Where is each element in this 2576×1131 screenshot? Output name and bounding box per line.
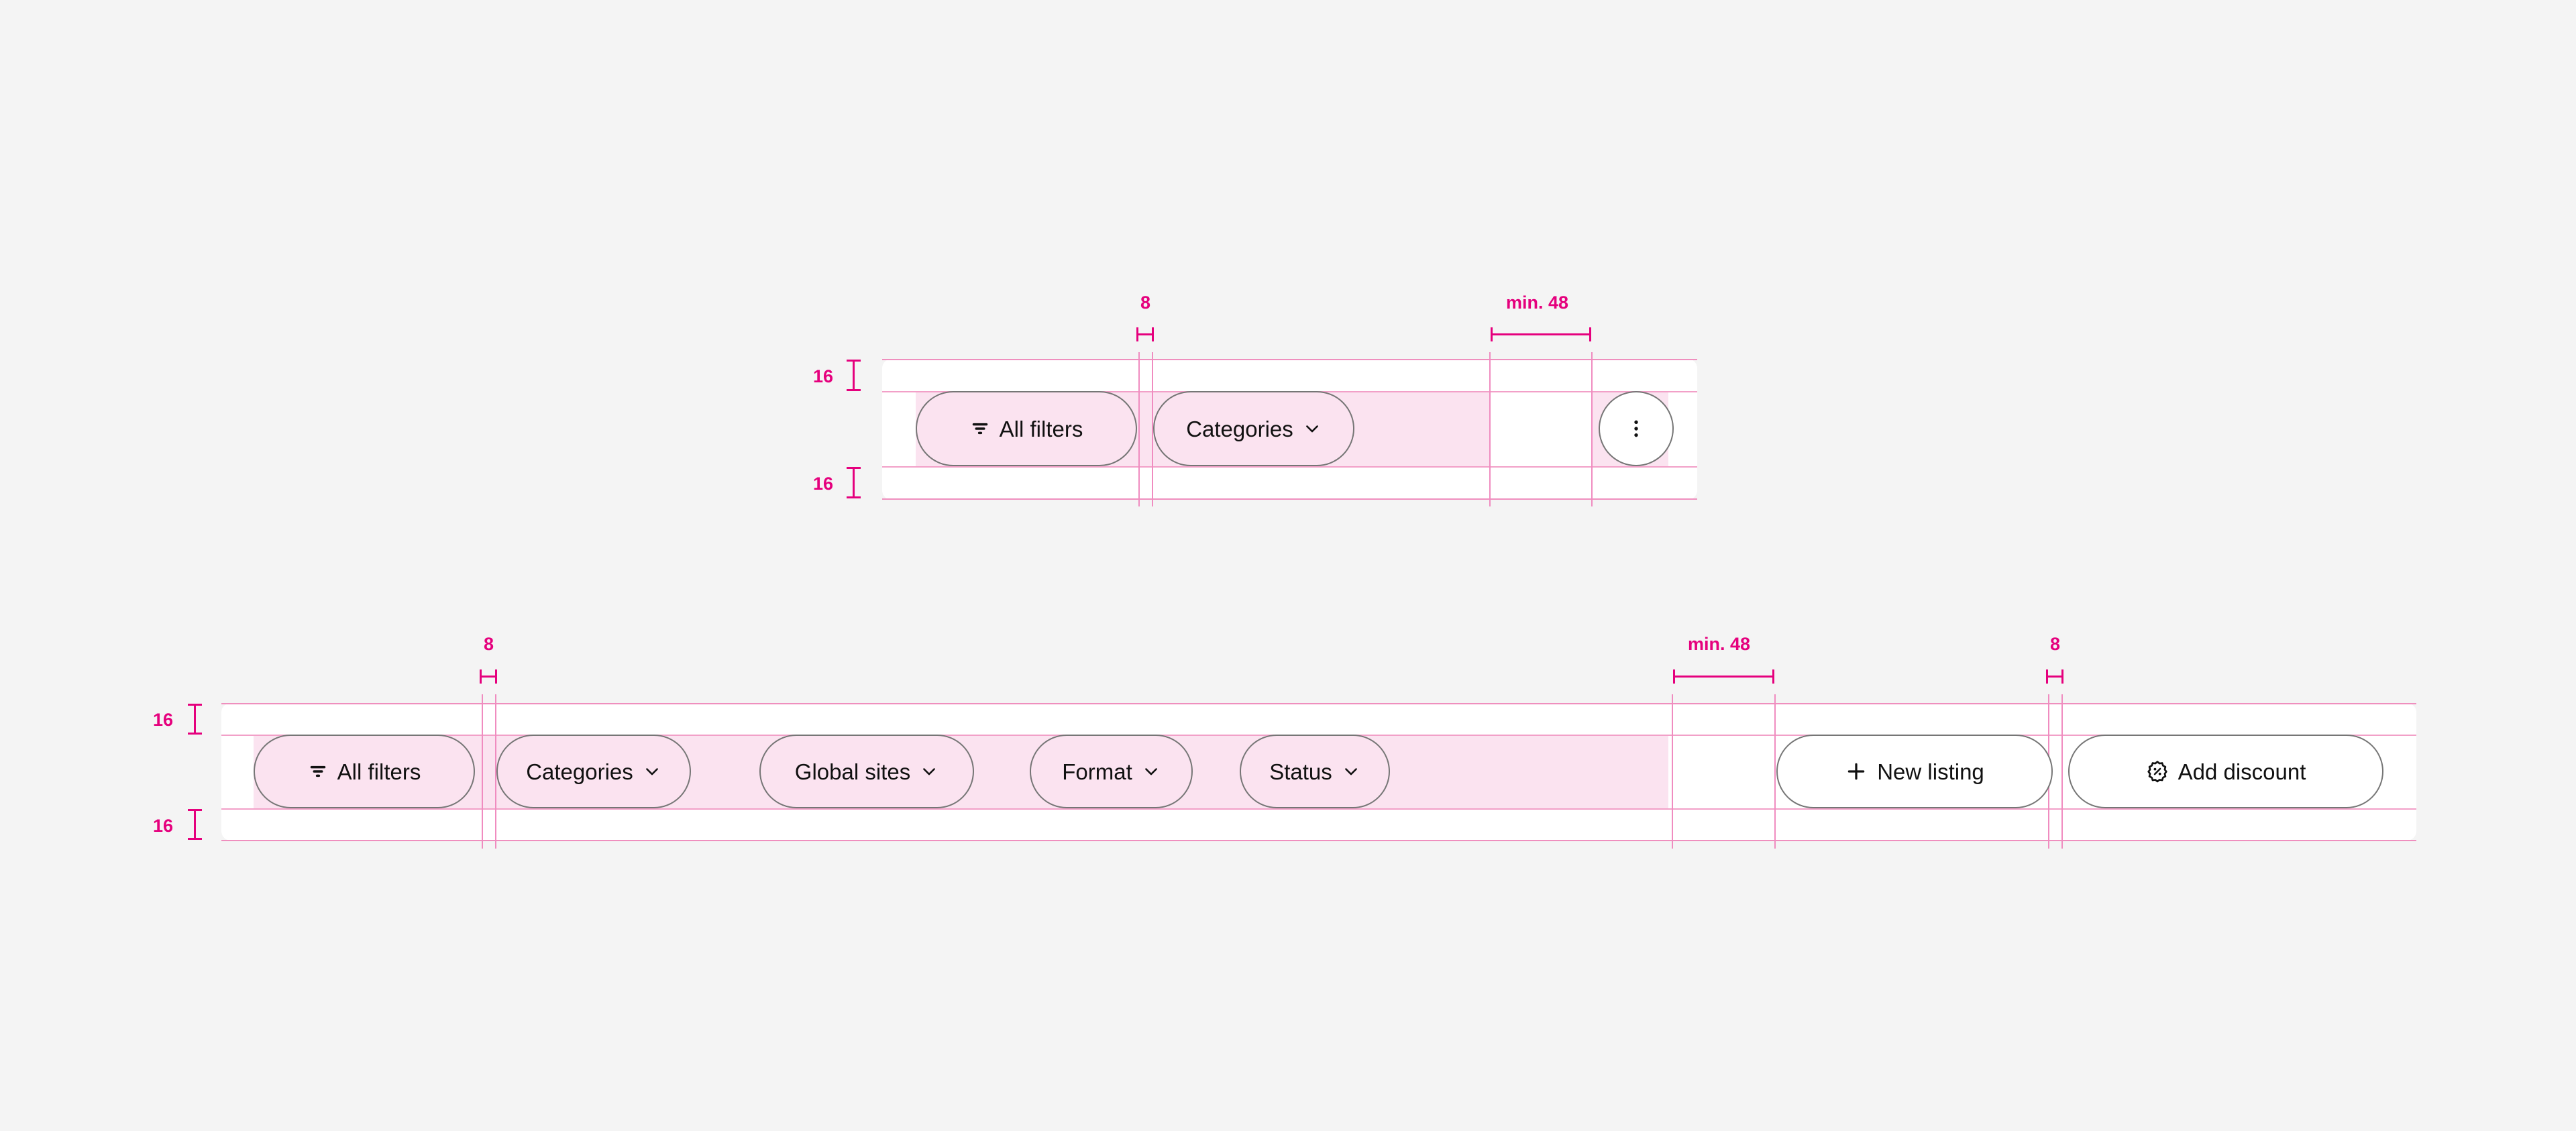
measure-padding-top-compact — [847, 360, 861, 391]
min-gap-spacer-compact — [1489, 391, 1591, 466]
discount-badge-icon — [2146, 760, 2169, 783]
filter-pill-label: Categories — [1186, 416, 1293, 441]
filter-pill-global-sites-full[interactable]: Global sites — [759, 735, 974, 808]
new-listing-label: New listing — [1877, 759, 1984, 784]
redline-mingap-right-compact — [1591, 352, 1593, 506]
add-discount-label: Add discount — [2178, 759, 2306, 784]
redline-mingap-left-full — [1672, 694, 1673, 849]
chevron-down-icon — [920, 762, 938, 781]
anno-gap-8-full: 8 — [484, 634, 494, 654]
chevron-down-icon — [1342, 762, 1360, 781]
filter-pill-all-filters-full[interactable]: All filters — [254, 735, 475, 808]
chevron-down-icon — [1303, 419, 1322, 438]
anno-padding-top-compact: 16 — [813, 366, 834, 386]
redline-gap-left-compact — [1138, 352, 1140, 506]
redline-gap-left-full — [482, 694, 483, 849]
filter-pill-label: All filters — [337, 759, 421, 784]
filter-pill-label: Status — [1269, 759, 1332, 784]
filter-pill-categories-compact[interactable]: Categories — [1153, 391, 1354, 466]
anno-padding-bottom-compact: 16 — [813, 474, 834, 494]
measure-padding-bottom-compact — [847, 467, 861, 498]
redline-card-bottom-compact — [882, 498, 1697, 500]
anno-gap-8-compact: 8 — [1140, 292, 1151, 313]
new-listing-button[interactable]: New listing — [1776, 735, 2053, 808]
filter-pill-all-filters-compact[interactable]: All filters — [916, 391, 1137, 466]
plus-icon — [1845, 760, 1868, 783]
filter-pill-label: Global sites — [794, 759, 911, 784]
filter-pill-status-full[interactable]: Status — [1240, 735, 1390, 808]
measure-padding-bottom-full — [188, 809, 202, 840]
redline-card-bottom-full — [221, 840, 2416, 841]
redline-mingap-right-full — [1774, 694, 1776, 849]
measure-min-48-full — [1673, 669, 1774, 684]
filter-icon — [308, 761, 328, 782]
filter-pill-label: Categories — [526, 759, 633, 784]
measure-gap-8-full — [480, 669, 497, 684]
redline-content-bottom-full — [221, 808, 2416, 810]
redline-card-top-compact — [882, 359, 1697, 360]
filter-pill-label: Format — [1062, 759, 1132, 784]
anno-min-48-compact: min. 48 — [1506, 292, 1569, 313]
redline-content-bottom-compact — [882, 466, 1697, 468]
filter-pill-categories-full[interactable]: Categories — [496, 735, 691, 808]
measure-padding-top-full — [188, 704, 202, 735]
anno-padding-top-full: 16 — [153, 710, 174, 730]
redline-minmgap-left-compact — [1489, 352, 1491, 506]
more-vertical-icon — [1625, 417, 1648, 440]
measure-min-48-compact — [1491, 327, 1591, 341]
overflow-menu-button-compact[interactable] — [1599, 391, 1674, 466]
measure-action-gap-8-full — [2046, 669, 2063, 684]
anno-action-gap-8-full: 8 — [2050, 634, 2061, 654]
chevron-down-icon — [1142, 762, 1161, 781]
filter-pill-format-full[interactable]: Format — [1030, 735, 1193, 808]
redline-action-gap-right-full — [2061, 694, 2063, 849]
redline-card-top-full — [221, 703, 2416, 704]
anno-min-48-full: min. 48 — [1688, 634, 1751, 654]
filter-icon — [970, 419, 990, 439]
add-discount-button[interactable]: Add discount — [2068, 735, 2383, 808]
chevron-down-icon — [643, 762, 661, 781]
filter-pill-label: All filters — [999, 416, 1083, 441]
anno-padding-bottom-full: 16 — [153, 816, 174, 836]
measure-gap-8-compact — [1136, 327, 1154, 341]
